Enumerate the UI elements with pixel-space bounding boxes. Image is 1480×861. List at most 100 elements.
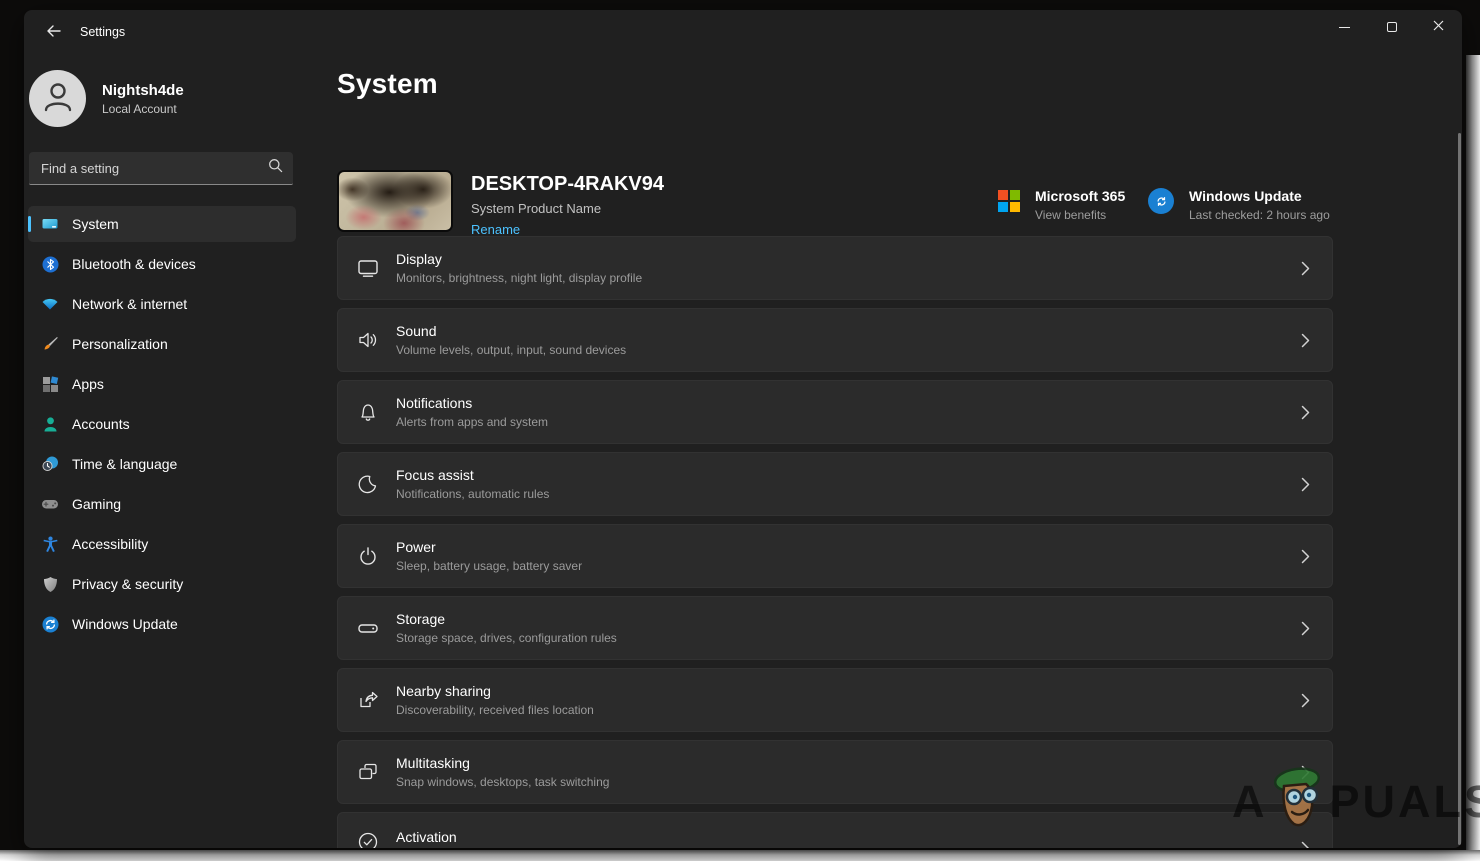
device-product-name: System Product Name [471,201,664,216]
chevron-right-icon [1301,405,1310,420]
maximize-button[interactable] [1368,10,1415,44]
settings-window: Settings Nightsh4de Local Account [24,10,1462,848]
bell-icon [355,399,381,425]
search-placeholder: Find a setting [41,161,268,176]
row-subtitle: Notifications, automatic rules [396,487,1301,501]
windows-update-title: Windows Update [1189,188,1330,204]
sidebar-item-label: System [72,216,119,232]
person-avatar-icon [41,79,75,118]
ms365-subtitle[interactable]: View benefits [1035,208,1125,222]
rename-link[interactable]: Rename [471,222,664,237]
device-header: DESKTOP-4RAKV94 System Product Name Rena… [337,170,664,237]
chevron-right-icon [1301,621,1310,636]
row-subtitle: Volume levels, output, input, sound devi… [396,343,1301,357]
focus-assist-row[interactable]: Focus assist Notifications, automatic ru… [337,452,1333,516]
sidebar-item-accounts[interactable]: Accounts [28,406,296,442]
sidebar-item-label: Time & language [72,456,177,472]
row-subtitle: Snap windows, desktops, task switching [396,775,1301,789]
sound-row[interactable]: Sound Volume levels, output, input, soun… [337,308,1333,372]
speaker-icon [355,327,381,353]
nearby-sharing-row[interactable]: Nearby sharing Discoverability, received… [337,668,1333,732]
row-title: Multitasking [396,755,1301,771]
gamepad-icon [41,495,59,513]
share-icon [355,687,381,713]
sidebar-item-windows-update[interactable]: Windows Update [28,606,296,642]
close-icon [1433,18,1444,36]
profile-name: Nightsh4de [102,82,184,99]
chevron-right-icon [1301,333,1310,348]
sidebar-item-personalization[interactable]: Personalization [28,326,296,362]
display-row[interactable]: Display Monitors, brightness, night ligh… [337,236,1333,300]
chevron-right-icon [1301,549,1310,564]
row-title: Storage [396,611,1301,627]
sidebar-item-label: Windows Update [72,616,178,632]
row-subtitle: Sleep, battery usage, battery saver [396,559,1301,573]
row-subtitle: Alerts from apps and system [396,415,1301,429]
selected-indicator [28,216,31,232]
device-name: DESKTOP-4RAKV94 [471,173,664,196]
chevron-right-icon [1301,477,1310,492]
row-title: Display [396,251,1301,267]
sidebar-item-network-internet[interactable]: Network & internet [28,286,296,322]
bluetooth-icon [41,255,59,273]
sidebar-item-label: Network & internet [72,296,187,312]
window-title: Settings [80,25,125,39]
clock-language-icon [41,455,59,473]
sidebar-item-label: Bluetooth & devices [72,256,196,272]
screenshot-right-edge [1466,55,1480,861]
search-input[interactable]: Find a setting [29,152,293,185]
drive-icon [355,615,381,641]
sidebar-item-label: Personalization [72,336,168,352]
row-title: Sound [396,323,1301,339]
multitasking-row[interactable]: Multitasking Snap windows, desktops, tas… [337,740,1333,804]
windows-stack-icon [355,759,381,785]
scrollbar-thumb[interactable] [1458,133,1461,845]
microsoft-365-card[interactable]: Microsoft 365 View benefits [998,188,1125,222]
titlebar: Settings [24,10,1462,54]
paintbrush-icon [41,335,59,353]
chevron-right-icon [1301,693,1310,708]
avatar [29,70,86,127]
sidebar-item-gaming[interactable]: Gaming [28,486,296,522]
user-profile[interactable]: Nightsh4de Local Account [29,70,184,127]
sidebar-item-label: Gaming [72,496,121,512]
row-title: Nearby sharing [396,683,1301,699]
storage-row[interactable]: Storage Storage space, drives, configura… [337,596,1333,660]
sidebar-item-apps[interactable]: Apps [28,366,296,402]
sidebar: Nightsh4de Local Account Find a setting … [24,54,334,848]
back-button[interactable] [38,20,68,46]
sidebar-item-label: Privacy & security [72,576,183,592]
device-wallpaper-thumbnail [337,170,453,232]
power-icon [355,543,381,569]
sidebar-item-label: Apps [72,376,104,392]
chevron-right-icon [1301,261,1310,276]
main-content: System DESKTOP-4RAKV94 System Product Na… [334,54,1462,848]
sidebar-item-time-language[interactable]: Time & language [28,446,296,482]
update-sync-icon [41,615,59,633]
minimize-button[interactable] [1321,10,1368,44]
sidebar-item-label: Accessibility [72,536,148,552]
windows-update-card[interactable]: Windows Update Last checked: 2 hours ago [1148,188,1330,222]
back-arrow-icon [46,24,61,42]
window-controls [1321,10,1462,44]
sidebar-item-system[interactable]: System [28,206,296,242]
minimize-icon [1339,27,1350,28]
row-subtitle: Monitors, brightness, night light, displ… [396,271,1301,285]
chevron-right-icon [1301,841,1310,848]
screenshot-bottom-edge [0,850,1480,861]
chevron-right-icon [1301,765,1310,780]
notifications-row[interactable]: Notifications Alerts from apps and syste… [337,380,1333,444]
sidebar-item-accessibility[interactable]: Accessibility [28,526,296,562]
search-icon [268,158,283,178]
row-title: Power [396,539,1301,555]
microsoft-logo-icon [998,190,1020,212]
close-button[interactable] [1415,10,1462,44]
activation-row[interactable]: Activation [337,812,1333,848]
sidebar-item-privacy-security[interactable]: Privacy & security [28,566,296,602]
moon-icon [355,471,381,497]
row-title: Notifications [396,395,1301,411]
power-row[interactable]: Power Sleep, battery usage, battery save… [337,524,1333,588]
person-icon [41,415,59,433]
accessibility-person-icon [41,535,59,553]
sidebar-item-bluetooth-devices[interactable]: Bluetooth & devices [28,246,296,282]
